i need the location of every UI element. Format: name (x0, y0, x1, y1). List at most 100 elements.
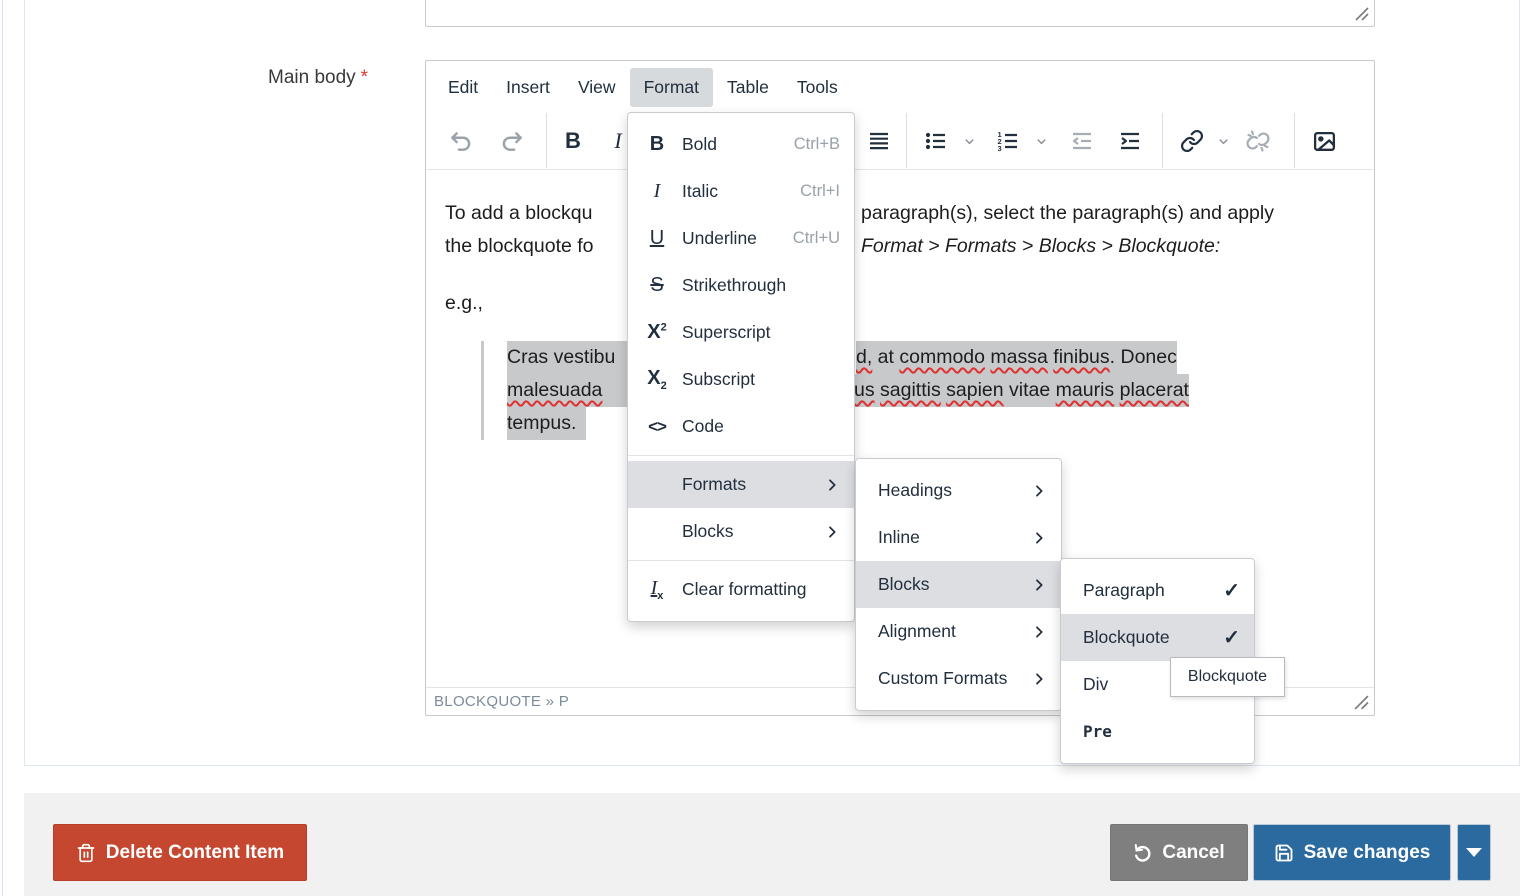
ordered-list-button[interactable]: 123 (988, 121, 1028, 161)
menubar-format[interactable]: Format (630, 68, 713, 107)
editor-paragraph-fragment[interactable]: paragraph(s), select the paragraph(s) an… (861, 197, 1274, 230)
editor-paragraph-eg[interactable]: e.g., (445, 287, 483, 320)
image-icon (1312, 129, 1337, 154)
trash-icon (76, 843, 96, 863)
format-menu: B Bold Ctrl+B I Italic Ctrl+I U Underlin… (627, 112, 855, 622)
chevron-right-icon (1031, 530, 1047, 546)
tooltip-blockquote: Blockquote (1170, 657, 1285, 697)
editor-resize-grip-icon[interactable] (1353, 694, 1369, 710)
misspelled-word: malesuada (507, 379, 602, 401)
outdent-button[interactable] (1062, 121, 1102, 161)
subscript-icon: X2 (642, 367, 672, 392)
menu-item-clear-formatting[interactable]: Ix Clear formatting (628, 566, 854, 613)
strikethrough-icon: S (642, 274, 672, 297)
menubar-table[interactable]: Table (713, 68, 783, 107)
menu-item-blocks[interactable]: Blocks (628, 508, 854, 555)
submenu-item-blocks[interactable]: Blocks (856, 561, 1061, 608)
cancel-button[interactable]: Cancel (1110, 824, 1248, 881)
menubar-edit[interactable]: Edit (434, 68, 492, 107)
submenu-item-inline[interactable]: Inline (856, 514, 1061, 561)
menu-item-superscript[interactable]: X2 Superscript (628, 309, 854, 356)
chevron-right-icon (824, 524, 840, 540)
undo-icon (448, 128, 474, 154)
outdent-icon (1070, 129, 1094, 153)
redo-button[interactable] (492, 121, 532, 161)
blockquote-left-border (481, 341, 484, 440)
element-path[interactable]: BLOCKQUOTE » P (434, 693, 569, 710)
chevron-right-icon (824, 477, 840, 493)
bold-button[interactable]: B (553, 121, 593, 161)
unordered-list-button[interactable] (916, 121, 956, 161)
field-label-main-body: Main body* (268, 67, 368, 89)
unlink-button[interactable] (1238, 121, 1278, 161)
blockquote-selected-fragment[interactable]: malesuada (507, 374, 627, 407)
insert-image-button[interactable] (1304, 121, 1344, 161)
selection-highlight: tempus. (507, 407, 586, 440)
align-justify-icon (867, 129, 891, 153)
blockquote-selected-fragment[interactable]: us sagittis sapien vitae mauris placerat (854, 374, 1189, 407)
caret-down-icon (1466, 848, 1482, 857)
menu-item-italic[interactable]: I Italic Ctrl+I (628, 168, 854, 215)
editor-toolbar: B I 123 (426, 113, 1374, 170)
chevron-down-icon (1216, 134, 1231, 149)
undo-arrow-icon (1133, 843, 1152, 862)
link-icon (1180, 129, 1204, 153)
redo-icon (499, 128, 525, 154)
chevron-right-icon (1031, 624, 1047, 640)
page: Main body* Edit Insert View Format Table… (0, 0, 1537, 896)
ordered-list-dropdown[interactable] (1030, 127, 1052, 155)
submenu-item-custom-formats[interactable]: Custom Formats (856, 655, 1061, 702)
menubar-insert[interactable]: Insert (492, 68, 564, 107)
check-icon: ✓ (1223, 625, 1240, 650)
link-button[interactable] (1172, 121, 1212, 161)
unlink-icon (1246, 129, 1270, 153)
chevron-down-icon (1034, 134, 1049, 149)
link-dropdown[interactable] (1212, 127, 1234, 155)
indent-button[interactable] (1110, 121, 1150, 161)
editor-paragraph-fragment[interactable]: the blockquote fo (445, 230, 627, 263)
blockquote-selected-fragment[interactable]: d, at commodo massa finibus. Donec (856, 341, 1177, 374)
chevron-down-icon (962, 134, 977, 149)
menu-item-underline[interactable]: U Underline Ctrl+U (628, 215, 854, 262)
submenu-item-alignment[interactable]: Alignment (856, 608, 1061, 655)
ordered-list-icon: 123 (996, 129, 1020, 153)
blockquote-selected-fragment[interactable]: tempus. (507, 407, 586, 440)
formats-submenu: Headings Inline Blocks Alignment Custom … (855, 458, 1062, 711)
submenu-item-headings[interactable]: Headings (856, 467, 1061, 514)
menu-item-bold[interactable]: B Bold Ctrl+B (628, 121, 854, 168)
save-options-dropdown-button[interactable] (1457, 824, 1491, 881)
bold-icon: B (642, 133, 672, 156)
align-justify-button[interactable] (859, 121, 899, 161)
toolbar-separator (906, 113, 907, 168)
editor-paragraph-fragment[interactable]: To add a blockqu (445, 197, 627, 230)
submenu-item-pre[interactable]: Pre (1061, 708, 1254, 755)
check-icon: ✓ (1223, 578, 1240, 603)
editor-paragraph-fragment-italic[interactable]: Format > Formats > Blocks > Blockquote: (861, 230, 1220, 263)
menu-item-subscript[interactable]: X2 Subscript (628, 356, 854, 403)
page-left-border (2, 0, 3, 896)
menubar-tools[interactable]: Tools (783, 68, 852, 107)
unordered-list-dropdown[interactable] (958, 127, 980, 155)
menu-item-code[interactable]: <> Code (628, 403, 854, 450)
blockquote-selected-fragment[interactable]: Cras vestibu (507, 341, 627, 374)
undo-button[interactable] (441, 121, 481, 161)
save-changes-button[interactable]: Save changes (1253, 824, 1451, 881)
underline-icon: U (642, 227, 672, 250)
menu-item-strikethrough[interactable]: S Strikethrough (628, 262, 854, 309)
menu-separator (628, 455, 854, 456)
toolbar-separator (1294, 113, 1295, 168)
toolbar-separator (1162, 113, 1163, 168)
menu-item-formats[interactable]: Formats (628, 461, 854, 508)
submenu-item-blockquote[interactable]: Blockquote ✓ (1061, 614, 1254, 661)
submenu-item-paragraph[interactable]: Paragraph ✓ (1061, 567, 1254, 614)
chevron-right-icon (1031, 577, 1047, 593)
superscript-icon: X2 (642, 321, 672, 344)
menubar-view[interactable]: View (564, 68, 630, 107)
delete-content-item-button[interactable]: Delete Content Item (53, 824, 307, 881)
selection-highlight: us sagittis sapien vitae mauris placerat (854, 374, 1189, 407)
textarea-field[interactable] (425, 0, 1375, 27)
svg-text:3: 3 (998, 144, 1002, 153)
selection-highlight: d, at commodo massa finibus. Donec (856, 341, 1177, 374)
resize-grip-icon[interactable] (1354, 6, 1369, 21)
chevron-right-icon (1031, 671, 1047, 687)
